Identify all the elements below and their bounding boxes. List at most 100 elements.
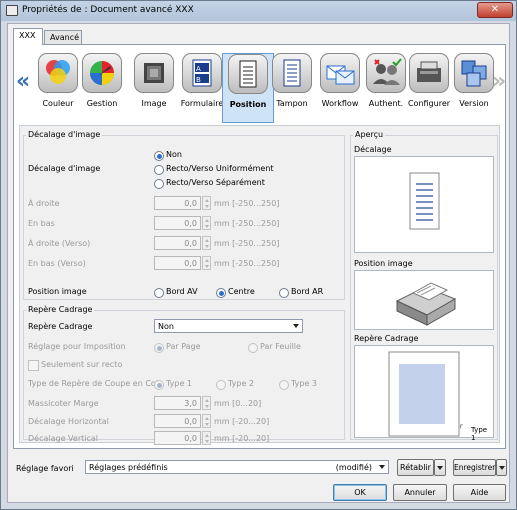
restore-button[interactable]: Rétablir (397, 459, 434, 476)
save-dropdown-button[interactable] (496, 459, 507, 476)
coupe-radio-type3[interactable]: Type 3 (279, 379, 317, 390)
scroll-right-icon[interactable]: » (492, 69, 506, 94)
a-droite-verso-spinner[interactable] (202, 236, 211, 250)
category-strip: « Couleur Gestion Image A B Formulaire P… (14, 49, 506, 123)
title-bar: Propriétés de : Document avancé XXX ✕ (1, 1, 516, 21)
a-droite-verso-unit: mm [-250...250] (214, 239, 280, 248)
version-windows-icon (454, 53, 494, 93)
color-circles-icon (38, 53, 78, 93)
favorites-value: Réglages prédéfinis (89, 463, 168, 472)
a-droite-verso-input[interactable]: 0,0 (154, 236, 201, 250)
en-bas-verso-input[interactable]: 0,0 (154, 256, 201, 270)
coupe-label: Type de Repère de Coupe en Coin (28, 379, 164, 388)
category-label: Version (459, 99, 489, 108)
decalage-vertical-unit: mm [-20...20] (214, 434, 270, 443)
field-label-en-bas: En bas (28, 219, 55, 228)
massicoter-spinner[interactable] (202, 396, 211, 410)
en-bas-verso-unit: mm [-250...250] (214, 259, 280, 268)
en-bas-input[interactable]: 0,0 (154, 216, 201, 230)
category-formulaire[interactable]: AB Formulaire (176, 53, 228, 123)
decalage-horizontal-spinner[interactable] (202, 414, 211, 428)
favorites-label: Réglage favori (16, 464, 74, 473)
category-label: Image (141, 99, 167, 108)
category-tampon[interactable]: Tampon (266, 53, 318, 123)
field-label-a-droite-verso: À droite (Verso) (28, 239, 91, 248)
chevron-down-icon (379, 465, 385, 469)
save-favorite-button[interactable]: Enregistrer (453, 459, 496, 476)
coupe-radio-type2[interactable]: Type 2 (216, 379, 254, 390)
favorites-select[interactable]: Réglages prédéfinis (modifié) (85, 460, 389, 474)
imposition-radio-par-feuille[interactable]: Par Feuille (248, 342, 301, 353)
a-droite-input[interactable]: 0,0 (154, 196, 201, 210)
repere-select[interactable]: Non (154, 319, 303, 333)
category-image[interactable]: Image (128, 53, 180, 123)
printer-icon (6, 5, 18, 16)
tab-avance[interactable]: Avancé (44, 30, 82, 45)
printer-configure-icon (409, 53, 449, 93)
help-button[interactable]: Aide (453, 484, 506, 501)
settings-area: Décalage d'image Décalage d'image Non Re… (19, 125, 500, 445)
category-label: Workflow (321, 99, 359, 108)
massicoter-label: Massicoter Marge (28, 399, 99, 408)
position-radio-bord-av[interactable]: Bord AV (154, 287, 198, 298)
en-bas-spinner[interactable] (202, 216, 211, 230)
en-bas-verso-spinner[interactable] (202, 256, 211, 270)
category-label: Tampon (276, 99, 308, 108)
tab-xxx[interactable]: XXX (13, 28, 43, 45)
svg-text:A: A (196, 65, 201, 73)
category-label: Gestion (86, 99, 118, 108)
repere-select-value: Non (158, 322, 174, 331)
printer-illustration-icon (395, 282, 457, 326)
ok-button[interactable]: OK (333, 484, 387, 501)
imposition-label: Réglage pour Imposition (28, 342, 126, 351)
category-label: Formulaire (180, 99, 224, 108)
position-preview (354, 270, 494, 330)
apercu-decalage-label: Décalage (354, 145, 392, 154)
workflow-envelopes-icon (320, 53, 360, 93)
decalage-vertical-spinner[interactable] (202, 431, 211, 445)
scroll-left-icon[interactable]: « (16, 69, 30, 94)
decalage-horizontal-input[interactable]: 0,0 (154, 414, 201, 428)
decalage-radio-uniforme[interactable]: Recto/Verso Uniformément (154, 164, 274, 175)
decalage-radio-non[interactable]: Non (154, 150, 182, 161)
color-wheel-icon (82, 53, 122, 93)
decalage-horizontal-unit: mm [-20...20] (214, 417, 270, 426)
page-preview-icon (388, 351, 460, 437)
imposition-radio-par-page[interactable]: Par Page (154, 342, 201, 353)
restore-dropdown-button[interactable] (434, 459, 446, 476)
svg-text:B: B (196, 76, 201, 84)
close-button[interactable]: ✕ (477, 2, 513, 18)
en-bas-unit: mm [-250...250] (214, 219, 280, 228)
stamp-document-icon (272, 53, 312, 93)
a-droite-unit: mm [-250...250] (214, 199, 280, 208)
category-workflow[interactable]: Workflow (314, 53, 366, 123)
position-radio-centre[interactable]: Centre (216, 287, 255, 298)
chevron-down-icon (293, 324, 299, 328)
category-gestion[interactable]: Gestion (76, 53, 128, 123)
position-radio-bord-ar[interactable]: Bord AR (279, 287, 323, 298)
massicoter-input[interactable]: 3,0 (154, 396, 201, 410)
cancel-button[interactable]: Annuler (393, 484, 447, 501)
decalage-vertical-label: Décalage Vertical (28, 434, 98, 443)
document-position-icon (228, 54, 268, 94)
apercu-repere-label: Repère Cadrage (354, 334, 419, 343)
field-label-a-droite: À droite (28, 199, 60, 208)
decalage-radio-separe[interactable]: Recto/Verso Séparément (154, 178, 265, 189)
favorites-bar: Réglage favori Réglages prédéfinis (modi… (13, 454, 507, 476)
a-droite-spinner[interactable] (202, 196, 211, 210)
dialog-body: XXX Avancé « Couleur Gestion Image A B F… (7, 23, 510, 503)
decalage-group-title: Décalage d'image (26, 130, 103, 139)
repere-group-title: Repère Cadrage (26, 305, 95, 314)
crop-mark-icon: ┌ (459, 422, 463, 429)
repere-label: Repère Cadrage (28, 322, 93, 331)
tab-panel: « Couleur Gestion Image A B Formulaire P… (13, 44, 506, 449)
decalage-vertical-input[interactable]: 0,0 (154, 431, 201, 445)
recto-only-checkbox[interactable]: Seulement sur recto (28, 360, 122, 371)
decalage-preview (354, 156, 494, 253)
decalage-horizontal-label: Décalage Horizontal (28, 417, 109, 426)
modified-label: (modifié) (335, 463, 372, 472)
document-lines-icon (409, 172, 440, 230)
form-ab-icon: AB (182, 53, 222, 93)
repere-preview: ┌ Type 1 (354, 345, 494, 442)
coupe-radio-type1[interactable]: Type 1 (154, 379, 192, 390)
